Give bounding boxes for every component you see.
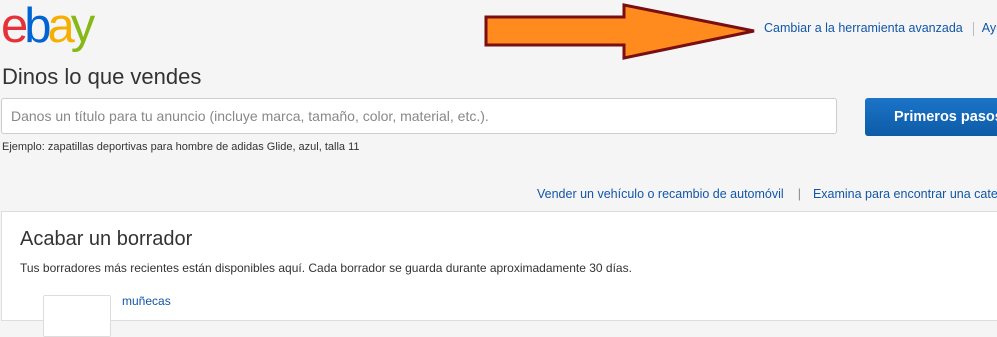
help-link[interactable]: Ayu: [982, 21, 997, 35]
page-title: Dinos lo que vendes: [2, 64, 202, 89]
get-started-button[interactable]: Primeros pasos: [865, 98, 997, 136]
drafts-heading: Acabar un borrador: [20, 228, 193, 250]
ebay-logo[interactable]: ebay: [1, 0, 95, 53]
example-hint: Ejemplo: zapatillas deportivas para homb…: [2, 141, 360, 153]
draft-thumbnail[interactable]: [43, 295, 111, 337]
arrow-shape: [484, 3, 755, 60]
browse-categories-link[interactable]: Examina para encontrar una categ: [813, 187, 997, 201]
header-divider: [972, 21, 974, 36]
logo-letter-b: b: [24, 0, 51, 53]
secondary-links: Vender un vehículo o recambio de automóv…: [537, 187, 997, 201]
link-separator: |: [797, 187, 801, 201]
annotation-arrow-icon: [484, 3, 755, 60]
drafts-description: Tus borradores más recientes están dispo…: [20, 261, 632, 275]
draft-item-link[interactable]: muñecas: [122, 294, 171, 308]
listing-title-input[interactable]: [1, 98, 837, 134]
drafts-panel: Acabar un borrador Tus borradores más re…: [1, 211, 997, 337]
logo-letter-y: y: [70, 0, 95, 53]
advanced-tool-link[interactable]: Cambiar a la herramienta avanzada: [764, 21, 963, 35]
logo-letter-a: a: [47, 0, 75, 53]
header-links: Cambiar a la herramienta avanzada Ayu: [764, 21, 997, 36]
logo-letter-e: e: [1, 0, 28, 53]
sell-vehicle-link[interactable]: Vender un vehículo o recambio de automóv…: [537, 187, 784, 201]
